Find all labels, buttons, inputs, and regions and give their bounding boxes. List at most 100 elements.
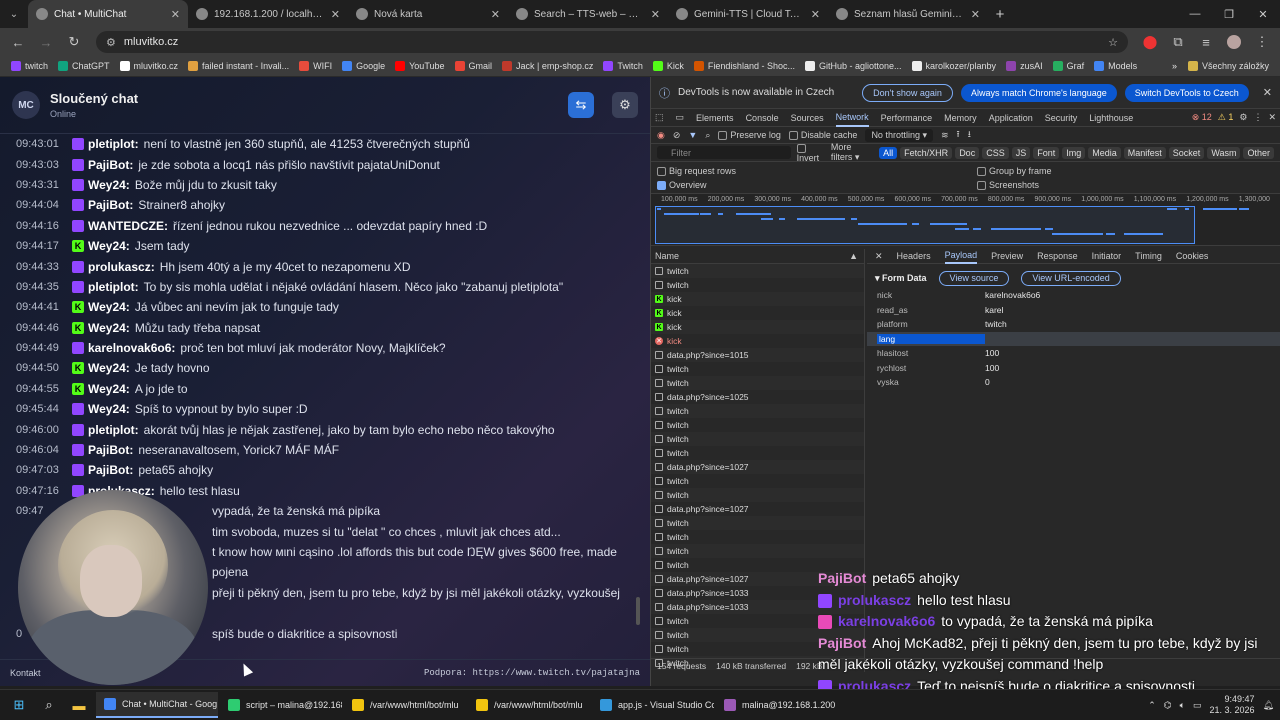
tray-overflow-icon[interactable]: ⌃ [1148,700,1156,711]
form-data-row[interactable]: rychlost 100 [867,361,1280,376]
request-row[interactable]: twitch [651,264,864,278]
address-bar[interactable]: ⚙ mluvitko.cz ☆ [96,31,1128,53]
back-button[interactable]: ← [6,30,30,54]
request-row[interactable]: twitch [651,516,864,530]
browser-tab[interactable]: Chat • MultiChat ✕ [28,0,188,28]
throttling-select[interactable]: No throttling ▾ [865,128,933,142]
request-row[interactable]: twitch [651,432,864,446]
type-filter-button[interactable]: Font [1033,146,1060,159]
disable-cache-checkbox[interactable]: Disable cache [788,130,857,141]
tab-close-icon[interactable]: ✕ [331,8,340,21]
browser-tab[interactable]: Seznam hlasů Gemini-TTS ✕ [828,0,988,28]
type-filter-button[interactable]: Socket [1168,146,1205,159]
filter-input[interactable]: Filter [657,146,791,159]
taskbar-app-button[interactable]: app.js - Visual Studio Co [592,692,714,718]
request-row[interactable]: twitch [651,376,864,390]
screenshots-option[interactable]: Screenshots [977,178,1277,192]
tab-close-icon[interactable]: ✕ [171,8,180,21]
type-filter-button[interactable]: Img [1062,146,1086,159]
error-count[interactable]: ⊗ 12 [1192,112,1212,123]
maximize-icon[interactable]: ❐ [1212,0,1246,28]
form-data-row[interactable]: hlasitost 100 [867,346,1280,361]
search-icon[interactable]: ⌕ [705,130,710,141]
taskbar-app-button[interactable]: /var/www/html/bot/mlu [468,692,590,718]
browser-tab[interactable]: 192.168.1.200 / localhost / mlu ✕ [188,0,348,28]
request-row[interactable]: ✕ kick [651,334,864,348]
view-source-button[interactable]: View source [938,270,1010,286]
devtools-tab[interactable]: Sources [791,113,824,123]
type-filter-button[interactable]: CSS [982,146,1009,159]
profile-avatar[interactable] [1222,30,1246,54]
bookmark-item[interactable]: Google [337,61,390,71]
devtools-tab[interactable]: Lighthouse [1089,113,1133,123]
message-username[interactable]: prolukascz: [88,260,155,274]
chrome-menu-icon[interactable]: ⋮ [1250,30,1274,54]
detail-tab[interactable]: Headers [897,251,931,261]
message-username[interactable]: Wey24: [88,239,130,253]
devtools-tab[interactable]: Network [835,109,869,127]
group-by-frame-option[interactable]: Group by frame [977,164,1277,178]
type-filter-button[interactable]: Media [1088,146,1121,159]
filter-icon[interactable]: ▼ [688,130,697,140]
message-username[interactable]: WANTEDCZE: [88,219,168,233]
site-info-icon[interactable]: ⚙ [106,36,116,49]
more-filters-button[interactable]: More filters ▾ [831,142,873,163]
message-username[interactable]: Wey24: [88,178,130,192]
type-filter-button[interactable]: All [879,146,898,159]
bookmark-item[interactable]: Kick [648,61,689,71]
message-username[interactable]: Wey24: [88,300,130,314]
form-data-row[interactable]: lang [867,331,1280,346]
clear-icon[interactable]: ⊘ [673,130,681,141]
message-username[interactable]: PajiBot: [88,158,133,172]
switch-view-button[interactable]: ⇆ [568,92,594,118]
export-har-icon[interactable]: ⭳ [968,127,971,143]
detail-tab[interactable]: Preview [991,251,1023,261]
browser-tab[interactable]: Search – TTS-web – Google Cl ✕ [508,0,668,28]
type-filter-button[interactable]: Wasm [1207,146,1241,159]
request-row[interactable]: Kkick [651,320,864,334]
request-row[interactable]: data.php?since=1027 [651,502,864,516]
message-username[interactable]: pletiplot: [88,280,139,294]
windows-start-icon[interactable]: ⊞ [6,692,32,718]
taskbar-app-button[interactable]: script – malina@192.168 [220,692,342,718]
request-row[interactable]: twitch [651,544,864,558]
all-bookmarks-button[interactable]: Všechny záložky [1183,61,1274,71]
form-data-row[interactable]: vyska 0 [867,375,1280,390]
message-username[interactable]: Wey24: [88,361,130,375]
close-detail-icon[interactable]: ✕ [875,251,883,262]
request-row[interactable]: twitch [651,530,864,544]
import-har-icon[interactable]: ⭱ [957,127,960,143]
devtools-tab[interactable]: Security [1045,113,1078,123]
name-column-header[interactable]: Name ▲ [651,249,864,264]
request-row[interactable]: twitch [651,488,864,502]
message-username[interactable]: Wey24: [88,402,130,416]
switch-to-czech-button[interactable]: Switch DevTools to Czech [1124,83,1249,102]
type-filter-button[interactable]: Fetch/XHR [900,146,953,159]
tab-close-icon[interactable]: ✕ [491,8,500,21]
new-tab-button[interactable]: + [988,0,1012,28]
bookmark-item[interactable]: twitch [6,61,53,71]
reload-button[interactable]: ↻ [62,30,86,54]
devtools-settings-icon[interactable]: ⚙ [1239,112,1247,123]
request-row[interactable]: Kkick [651,292,864,306]
overview-option[interactable]: Overview [657,178,977,192]
taskbar-clock[interactable]: 9:49:47 21. 3. 2026 [1210,694,1255,716]
file-explorer-icon[interactable]: ▬ [66,692,92,718]
warning-count[interactable]: ⚠ 1 [1218,112,1234,123]
detail-tab[interactable]: Timing [1135,251,1162,261]
detail-tab[interactable]: Response [1037,251,1078,261]
network-overview-timeline[interactable]: 100,000 ms 200,000 ms 300,000 ms 400,000 ms… [651,194,1280,246]
network-conditions-icon[interactable]: ≋ [941,130,949,141]
form-data-row[interactable]: read_as karel [867,303,1280,318]
request-row[interactable]: twitch [651,474,864,488]
bookmark-item[interactable]: Gmail [450,61,498,71]
bookmark-item[interactable]: karolkozer/planby [907,61,1002,71]
devtools-tab[interactable]: Memory [944,113,977,123]
request-row[interactable]: data.php?since=1027 [651,460,864,474]
timeline-selection[interactable] [655,206,1195,244]
type-filter-button[interactable]: Doc [955,146,980,159]
battery-icon[interactable]: ▭ [1193,700,1202,711]
close-window-icon[interactable]: ✕ [1246,0,1280,28]
inspect-icon[interactable]: ⬚ [655,112,664,123]
devtools-tab[interactable]: Elements [696,113,734,123]
